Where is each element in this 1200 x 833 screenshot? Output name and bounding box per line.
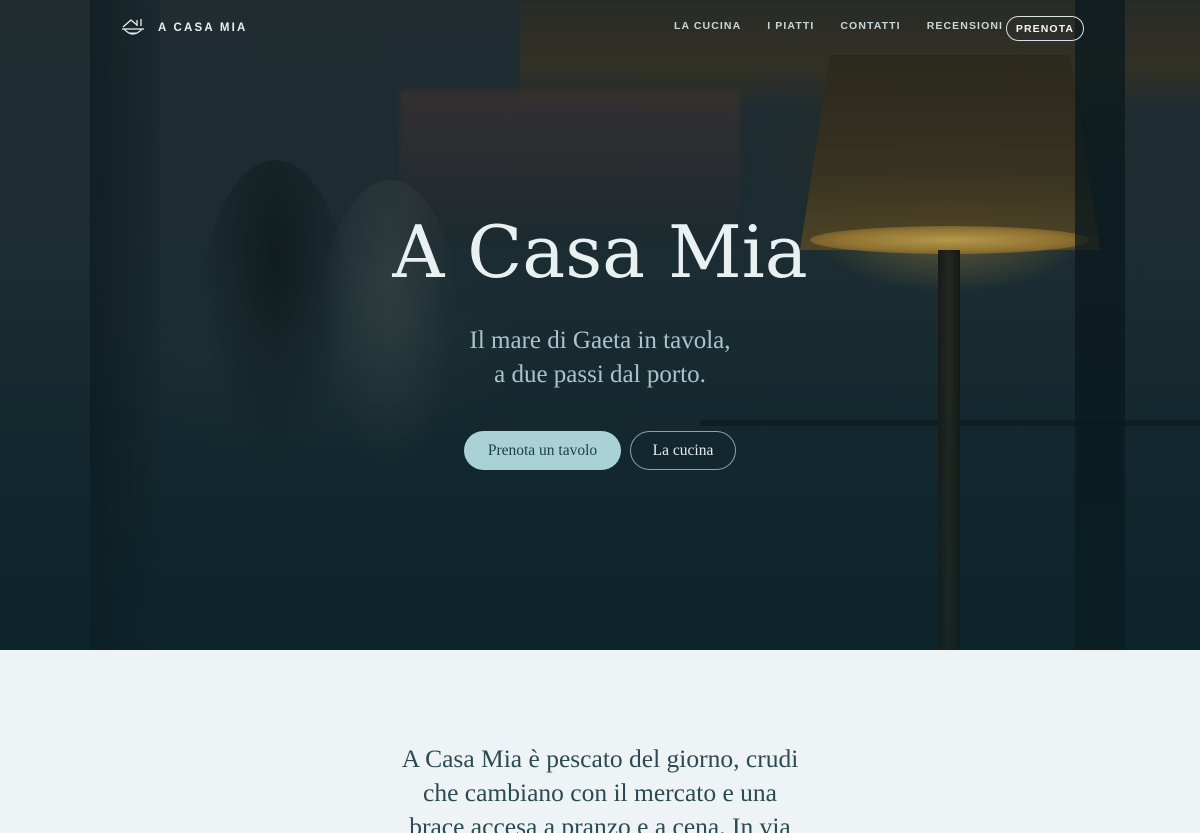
- house-bowl-icon: [120, 17, 146, 39]
- hero-title: A Casa Mia: [392, 210, 808, 294]
- intro-text: A Casa Mia è pescato del giorno, crudi c…: [380, 742, 820, 833]
- nav-link-i-piatti[interactable]: I PIATTI: [767, 20, 814, 32]
- intro-line: che cambiano con il mercato e una: [423, 778, 777, 807]
- hero-subtitle-line: a due passi dal porto.: [494, 361, 706, 388]
- nav-link-la-cucina[interactable]: LA CUCINA: [674, 20, 741, 32]
- brand-logo-link[interactable]: A CASA MIA: [120, 16, 248, 40]
- nav-link-recensioni[interactable]: RECENSIONI: [927, 20, 1003, 32]
- intro-line: brace accesa a pranzo e a cena. In via: [409, 812, 791, 833]
- book-table-button[interactable]: Prenota un tavolo: [464, 431, 621, 470]
- hero-subtitle-line: Il mare di Gaeta in tavola,: [469, 327, 731, 354]
- kitchen-button[interactable]: La cucina: [630, 431, 736, 470]
- nav-link-contatti[interactable]: CONTATTI: [840, 20, 900, 32]
- top-navigation: A CASA MIA LA CUCINA I PIATTI CONTATTI R…: [0, 0, 1200, 56]
- intro-section: A Casa Mia è pescato del giorno, crudi c…: [0, 650, 1200, 833]
- intro-line: A Casa Mia è pescato del giorno, crudi: [401, 744, 799, 773]
- nav-book-button[interactable]: PRENOTA: [1006, 16, 1084, 41]
- hero-subtitle: Il mare di Gaeta in tavola, a due passi …: [0, 324, 1200, 392]
- hero-section: A Casa Mia Il mare di Gaeta in tavola, a…: [0, 0, 1200, 650]
- nav-links: LA CUCINA I PIATTI CONTATTI RECENSIONI: [674, 20, 1029, 32]
- brand-name: A CASA MIA: [158, 22, 248, 34]
